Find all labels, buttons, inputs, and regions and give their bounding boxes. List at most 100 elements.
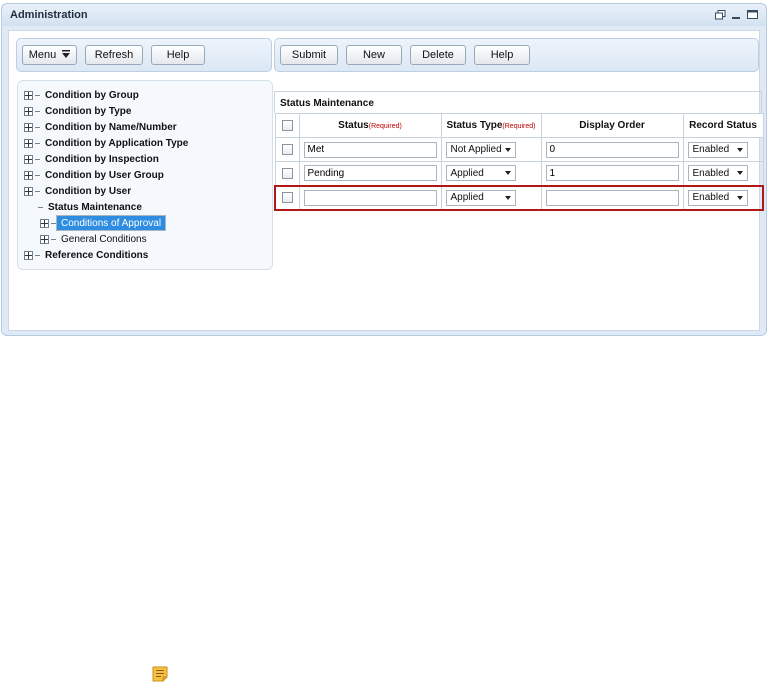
display-order-cell	[540, 137, 684, 162]
status-maintenance-grid: Status Maintenance Status(Required) Stat…	[274, 91, 764, 211]
expand-icon[interactable]	[24, 186, 33, 196]
tree-item-condition-by-inspection[interactable]: Condition by Inspection	[24, 151, 272, 167]
dropdown-arrow-icon	[504, 195, 511, 200]
status-type-required-label: (Required)	[502, 123, 536, 130]
tree-item-conditions-of-approval[interactable]: Conditions of Approval	[24, 215, 272, 231]
column-header-display-order[interactable]: Display Order	[540, 113, 684, 138]
column-header-record-status[interactable]: Record Status	[682, 113, 764, 138]
status-type-select[interactable]: Not Applied	[445, 141, 516, 158]
admin-content: Menu Refresh Help Submit New Delete Help…	[8, 30, 764, 331]
status-type-header-label: Status Type	[446, 120, 503, 131]
status-type-select[interactable]: Applied	[445, 189, 516, 206]
submit-button[interactable]: Submit	[280, 45, 338, 65]
expand-icon[interactable]	[24, 250, 33, 260]
row-checkbox[interactable]	[281, 191, 293, 203]
dropdown-arrow-icon	[736, 171, 743, 176]
condition-tree: Condition by Group Condition by Type Con…	[17, 80, 273, 270]
tree-item-label: Condition by Group	[45, 89, 139, 101]
tree-item-label: Status Maintenance	[48, 201, 142, 213]
record-status-select[interactable]: Enabled	[687, 189, 748, 206]
display-order-cell	[540, 161, 684, 186]
display-order-input[interactable]	[545, 141, 679, 158]
expand-icon[interactable]	[24, 170, 33, 180]
tree-item-reference-conditions[interactable]: Reference Conditions	[24, 247, 272, 263]
expand-icon[interactable]	[24, 122, 33, 132]
expand-icon[interactable]	[24, 106, 33, 116]
right-toolbar: Submit New Delete Help	[274, 38, 759, 72]
display-order-cell	[540, 184, 684, 211]
menu-button[interactable]: Menu	[22, 45, 77, 65]
status-type-cell: Not Applied	[440, 137, 542, 162]
expand-icon[interactable]	[40, 234, 49, 244]
row-select-cell	[274, 184, 300, 211]
row-checkbox[interactable]	[281, 143, 293, 155]
select-all-cell	[274, 113, 300, 138]
minimize-icon[interactable]	[730, 10, 742, 20]
refresh-button[interactable]: Refresh	[85, 45, 143, 65]
record-status-value: Enabled	[692, 144, 730, 155]
window-controls	[714, 10, 758, 20]
dropdown-arrow-icon	[504, 171, 511, 176]
status-input[interactable]	[303, 189, 437, 206]
tree-item-label: Condition by User	[45, 185, 132, 197]
table-row: Not Applied Enabled	[274, 137, 764, 162]
expand-icon[interactable]	[24, 90, 33, 100]
status-table: Status(Required) Status Type(Required) D…	[274, 113, 764, 211]
expand-icon[interactable]	[24, 138, 33, 148]
expand-icon[interactable]	[40, 218, 49, 228]
status-input[interactable]	[303, 141, 437, 158]
new-button[interactable]: New	[346, 45, 402, 65]
tree-item-label: Condition by Type	[45, 105, 132, 117]
record-status-value: Enabled	[692, 167, 730, 179]
row-select-cell	[274, 137, 300, 162]
status-type-value: Applied	[450, 167, 484, 179]
table-header-row: Status(Required) Status Type(Required) D…	[274, 113, 764, 138]
dropdown-arrow-icon	[736, 195, 743, 200]
display-order-input[interactable]	[545, 189, 679, 206]
record-status-select[interactable]: Enabled	[687, 165, 748, 182]
note-icon[interactable]	[152, 666, 168, 682]
dropdown-arrow-icon	[504, 147, 511, 152]
help-button-right[interactable]: Help	[474, 45, 530, 65]
tree-item-condition-by-group[interactable]: Condition by Group	[24, 87, 272, 103]
column-header-status[interactable]: Status(Required)	[298, 113, 442, 138]
status-type-value: Applied	[450, 192, 484, 203]
column-header-status-type[interactable]: Status Type(Required)	[440, 113, 542, 138]
row-checkbox[interactable]	[281, 167, 293, 179]
display-order-input[interactable]	[545, 165, 679, 182]
tree-item-condition-by-name-number[interactable]: Condition by Name/Number	[24, 119, 272, 135]
status-cell	[298, 184, 442, 211]
tree-item-general-conditions[interactable]: General Conditions	[24, 231, 272, 247]
status-type-cell: Applied	[440, 161, 542, 186]
dropdown-arrow-icon	[736, 147, 743, 152]
status-type-cell: Applied	[440, 184, 542, 211]
status-cell	[298, 137, 442, 162]
select-all-checkbox[interactable]	[281, 119, 293, 131]
grid-title: Status Maintenance	[274, 91, 762, 113]
status-cell	[298, 161, 442, 186]
left-toolbar: Menu Refresh Help	[16, 38, 272, 72]
tree-item-label-selected: Conditions of Approval	[56, 215, 167, 231]
tree-item-condition-by-user-group[interactable]: Condition by User Group	[24, 167, 272, 183]
expand-icon[interactable]	[24, 154, 33, 164]
restore-icon[interactable]	[714, 10, 726, 20]
tree-item-condition-by-application-type[interactable]: Condition by Application Type	[24, 135, 272, 151]
tree-item-status-maintenance[interactable]: Status Maintenance	[24, 199, 272, 215]
tree-item-condition-by-type[interactable]: Condition by Type	[24, 103, 272, 119]
status-type-select[interactable]: Applied	[445, 165, 516, 182]
table-row: Applied Enabled	[274, 161, 764, 186]
record-status-select[interactable]: Enabled	[687, 141, 748, 158]
table-row-new: Applied Enabled	[274, 184, 764, 211]
tree-item-label: Condition by Name/Number	[45, 121, 177, 133]
tree-item-label: General Conditions	[61, 233, 147, 245]
maximize-icon[interactable]	[746, 10, 758, 20]
menu-button-label: Menu	[28, 49, 57, 61]
help-button-left[interactable]: Help	[151, 45, 205, 65]
tree-item-condition-by-user[interactable]: Condition by User	[24, 183, 272, 199]
delete-button[interactable]: Delete	[410, 45, 466, 65]
status-input[interactable]	[303, 165, 437, 182]
menu-dropdown-icon	[62, 49, 71, 61]
record-status-cell: Enabled	[682, 137, 764, 162]
tree-item-label: Condition by Inspection	[45, 153, 159, 165]
record-status-cell: Enabled	[682, 161, 764, 186]
